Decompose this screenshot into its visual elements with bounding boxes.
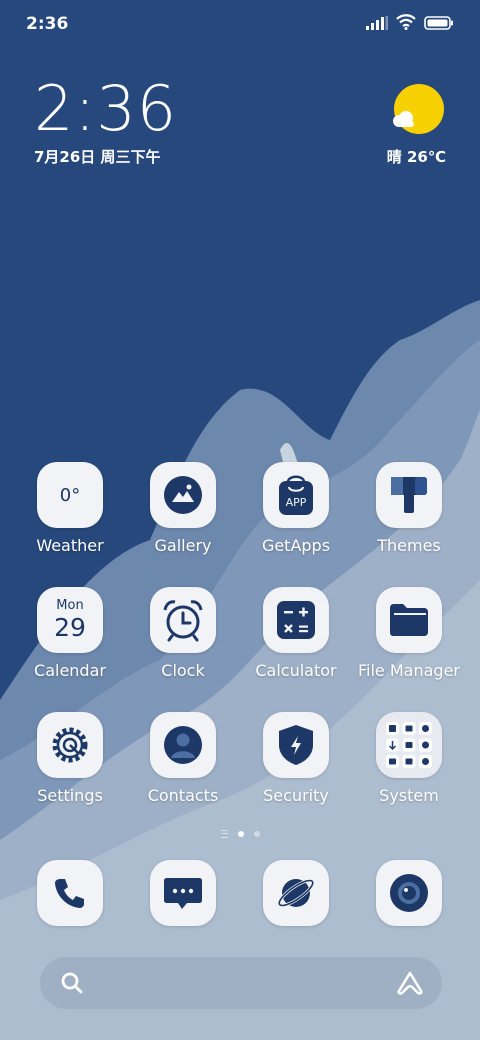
app-gallery[interactable]: Gallery	[128, 462, 238, 555]
camera-icon	[376, 860, 442, 926]
browser-planet-icon	[263, 860, 329, 926]
app-getapps[interactable]: APP GetApps	[241, 462, 351, 555]
app-label: Calculator	[255, 661, 337, 680]
weather-text: 晴 26℃	[386, 148, 446, 166]
clock-widget[interactable]: 2:36 7月26日 周三下午	[34, 78, 177, 167]
weather-icon: 0°	[37, 462, 103, 528]
assistant-icon[interactable]	[396, 970, 424, 1000]
app-clock[interactable]: Clock	[128, 587, 238, 680]
signal-icon	[366, 15, 388, 34]
app-label: GetApps	[261, 536, 331, 555]
shield-icon	[263, 712, 329, 778]
app-weather[interactable]: 0° Weather	[15, 462, 125, 555]
status-bar: 2:36	[0, 0, 480, 50]
widget-time: 2:36	[34, 72, 178, 145]
app-label: Themes	[377, 536, 441, 555]
minus-one-screen-icon	[220, 830, 228, 838]
getapps-bag-icon: APP	[263, 462, 329, 528]
search-bar[interactable]	[40, 957, 442, 1009]
folder-grid-icon	[376, 712, 442, 778]
calendar-day: Mon	[56, 598, 84, 613]
cloud-icon	[393, 111, 414, 127]
folder-icon	[376, 587, 442, 653]
widget-date: 7月26日 周三下午	[34, 148, 161, 166]
app-label: Gallery	[154, 536, 212, 555]
page-dot	[253, 831, 260, 837]
calendar-icon: Mon 29	[37, 587, 103, 653]
wifi-icon	[396, 14, 416, 34]
dock-camera[interactable]	[376, 860, 442, 926]
status-icons	[366, 14, 454, 34]
themes-icon	[376, 462, 442, 528]
app-file-manager[interactable]: File Manager	[354, 587, 464, 680]
dock-messages[interactable]	[150, 860, 216, 926]
app-label: Calendar	[34, 661, 106, 680]
folder-system[interactable]: System	[354, 712, 464, 805]
calendar-date: 29	[54, 613, 86, 642]
app-label: Clock	[161, 661, 205, 680]
message-icon	[150, 860, 216, 926]
weather-tile-temp: 0°	[59, 484, 81, 506]
page-dot-active	[237, 831, 244, 837]
app-label: Weather	[36, 536, 104, 555]
app-label: File Manager	[358, 661, 460, 680]
app-label: Security	[263, 786, 329, 805]
app-themes[interactable]: Themes	[354, 462, 464, 555]
app-security[interactable]: Security	[241, 712, 351, 805]
app-settings[interactable]: Settings	[15, 712, 125, 805]
app-calendar[interactable]: Mon 29 Calendar	[15, 587, 125, 680]
status-time: 2:36	[26, 14, 69, 34]
person-icon	[150, 712, 216, 778]
page-indicator[interactable]	[0, 830, 480, 838]
search-icon	[60, 971, 84, 999]
gear-icon	[37, 712, 103, 778]
calculator-icon	[263, 587, 329, 653]
battery-icon	[424, 15, 454, 34]
weather-widget[interactable]: 晴 26℃	[366, 82, 446, 172]
app-label: Contacts	[147, 786, 219, 805]
app-label: Settings	[37, 786, 103, 805]
app-calculator[interactable]: Calculator	[241, 587, 351, 680]
app-label: System	[379, 786, 439, 805]
dock-browser[interactable]	[263, 860, 329, 926]
app-contacts[interactable]: Contacts	[128, 712, 238, 805]
alarm-clock-icon	[150, 587, 216, 653]
phone-icon	[37, 860, 103, 926]
getapps-tile-text: APP	[285, 495, 307, 509]
dock-phone[interactable]	[37, 860, 103, 926]
gallery-icon	[150, 462, 216, 528]
